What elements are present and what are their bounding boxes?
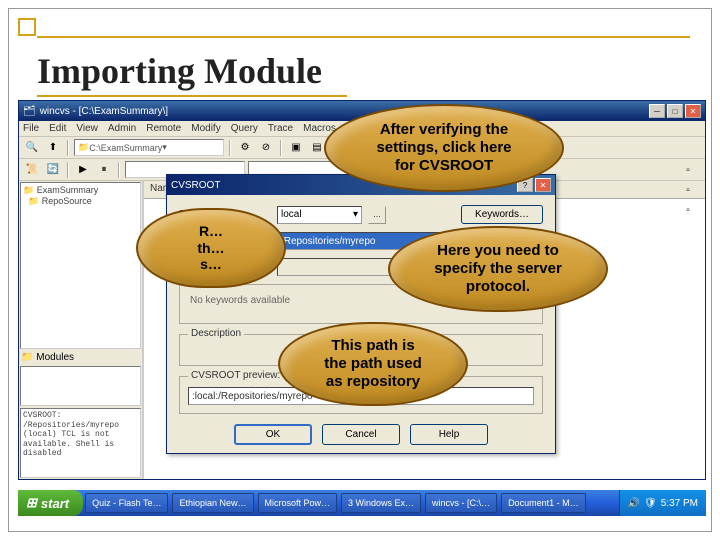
tray-icon[interactable]: 🛡 [644, 498, 657, 509]
callout-left: R…th…s… [136, 208, 286, 288]
slide-title: Importing Module [37, 50, 322, 92]
description-legend: Description [188, 328, 244, 339]
path-breadcrumb[interactable]: 📁 C:\ExamSummary ▾ [74, 139, 224, 156]
top-rule [37, 36, 690, 38]
menu-edit[interactable]: Edit [49, 123, 66, 134]
system-tray[interactable]: 🔊 🛡 5:37 PM [619, 490, 706, 516]
protocol-select[interactable]: local▾ [277, 206, 362, 224]
task-item[interactable]: Document1 - M… [501, 493, 586, 513]
modules-pane[interactable] [20, 366, 141, 406]
ok-button[interactable]: OK [234, 424, 312, 445]
close-button[interactable]: ✕ [685, 104, 701, 118]
menu-modify[interactable]: Modify [191, 123, 220, 134]
tbtn-d[interactable]: ▶ [74, 161, 92, 179]
menu-view[interactable]: View [76, 123, 98, 134]
window-title: wincvs - [C:\ExamSummary\] [40, 106, 168, 117]
help-button[interactable]: Help [410, 424, 488, 445]
menu-trace[interactable]: Trace [268, 123, 293, 134]
refresh-icon[interactable]: 🔄 [44, 161, 62, 179]
menu-admin[interactable]: Admin [108, 123, 136, 134]
minimize-button[interactable]: ─ [649, 104, 665, 118]
rt-1[interactable]: ▫ [679, 161, 697, 179]
left-pane: 📁 ExamSummary 📁 RepoSource 📁 Modules CVS… [19, 181, 144, 479]
rt-2[interactable]: ▫ [679, 181, 697, 199]
tray-icon[interactable]: 🔊 [628, 498, 640, 509]
chevron-down-icon: ▾ [353, 209, 358, 220]
taskbar: ⊞ start Quiz - Flash Te… Ethiopian New… … [18, 490, 706, 516]
right-toolbar: ▫ ▫ ▫ [679, 161, 703, 219]
tbtn-a[interactable]: ▣ [287, 139, 305, 157]
cancel-button[interactable]: Cancel [322, 424, 400, 445]
start-button[interactable]: ⊞ start [18, 490, 83, 516]
dialog-title: CVSROOT [171, 180, 220, 191]
hide-icon[interactable]: ⊘ [257, 139, 275, 157]
history-icon[interactable]: 📜 [23, 161, 41, 179]
keywords-button[interactable]: Keywords… [461, 205, 543, 224]
tbtn-e[interactable]: ⏸ [95, 161, 113, 179]
protocol-extra-button[interactable]: … [368, 206, 386, 224]
menu-file[interactable]: File [23, 123, 39, 134]
preview-legend: CVSROOT preview: [188, 370, 283, 381]
folder-tree[interactable]: 📁 ExamSummary 📁 RepoSource [20, 182, 141, 349]
maximize-button[interactable]: □ [667, 104, 683, 118]
task-item[interactable]: wincvs - [C:\… [425, 493, 497, 513]
up-icon[interactable]: ⬆ [44, 139, 62, 157]
task-item[interactable]: Ethiopian New… [172, 493, 253, 513]
callout-path: This path is the path used as repository [278, 322, 468, 406]
task-item[interactable]: Microsoft Pow… [258, 493, 338, 513]
menu-remote[interactable]: Remote [146, 123, 181, 134]
clock[interactable]: 5:37 PM [661, 498, 698, 509]
title-underline [37, 95, 347, 97]
callout-verify: After verifying the settings, click here… [324, 104, 564, 192]
modules-label: 📁 Modules [19, 350, 142, 365]
callout-protocol: Here you need to specify the server prot… [388, 226, 608, 312]
filter-icon[interactable]: ⚙ [236, 139, 254, 157]
menu-query[interactable]: Query [231, 123, 258, 134]
app-icon: 🗂 [23, 106, 36, 117]
windows-logo-icon: ⊞ [26, 495, 37, 511]
rt-3[interactable]: ▫ [679, 201, 697, 219]
explore-icon[interactable]: 🔍 [23, 139, 41, 157]
dialog-close-button[interactable]: ✕ [535, 178, 551, 192]
output-pane[interactable]: CVSROOT: /Repositories/myrepo (local) TC… [20, 408, 141, 478]
task-item[interactable]: Quiz - Flash Te… [85, 493, 168, 513]
screenshot-area: 🗂 wincvs - [C:\ExamSummary\] ─ □ ✕ File … [18, 100, 706, 516]
corner-ornament [18, 18, 36, 36]
task-item[interactable]: 3 Windows Ex… [341, 493, 421, 513]
